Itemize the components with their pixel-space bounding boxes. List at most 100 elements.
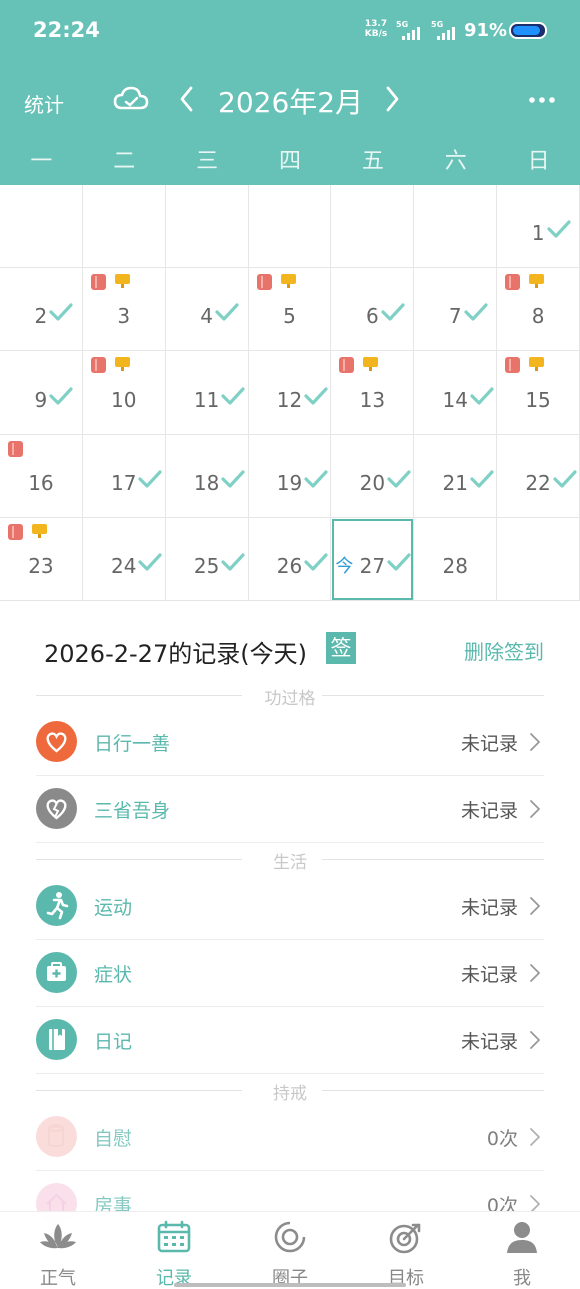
- merit-item-reflection[interactable]: 三省吾身 未记录: [36, 776, 544, 843]
- row-label: 三省吾身: [94, 800, 171, 822]
- day-number: 5: [283, 304, 296, 329]
- calendar-day[interactable]: 10: [82, 351, 166, 435]
- month-title: 2026年2月: [218, 86, 364, 119]
- signal-icon-2: 5G: [431, 20, 461, 40]
- day-badges: [8, 440, 23, 457]
- calendar-day[interactable]: 15: [497, 351, 580, 435]
- next-month-icon[interactable]: [381, 84, 403, 114]
- calendar-day[interactable]: 3: [82, 268, 166, 352]
- chevron-right-icon: [528, 1127, 542, 1147]
- calendar-day[interactable]: 17: [82, 434, 166, 518]
- stats-button[interactable]: 统计: [24, 89, 64, 118]
- nav-me[interactable]: 我: [464, 1212, 580, 1289]
- calendar-day[interactable]: 24: [82, 517, 166, 601]
- life-item-symptom[interactable]: 症状 未记录: [36, 940, 544, 1007]
- calendar-day[interactable]: 14: [414, 351, 498, 435]
- chevron-right-icon: [528, 1030, 542, 1050]
- roll-icon: [505, 357, 521, 374]
- day-number: 3: [117, 304, 131, 329]
- calendar-day-today[interactable]: 27 今: [331, 517, 415, 601]
- weekday-tue: 二: [113, 149, 136, 174]
- prev-month-icon[interactable]: [176, 84, 198, 114]
- screen-icon: [32, 523, 47, 538]
- nav-goals[interactable]: 目标: [348, 1212, 464, 1289]
- calendar-day[interactable]: 19: [248, 434, 332, 518]
- battery-icon: [509, 22, 547, 39]
- check-icon: [49, 302, 74, 322]
- calendar-day[interactable]: 2: [0, 268, 83, 352]
- calendar-day[interactable]: 28: [414, 517, 498, 601]
- calendar-day[interactable]: 13: [331, 351, 415, 435]
- calendar-day[interactable]: 23: [0, 517, 83, 601]
- day-badges: [90, 274, 130, 291]
- calendar-day[interactable]: 8: [497, 268, 580, 352]
- calendar-empty-cell: [248, 185, 332, 269]
- check-icon: [304, 552, 328, 572]
- calendar-day[interactable]: 21: [414, 434, 498, 518]
- screen-icon: [280, 274, 296, 289]
- check-icon: [387, 469, 411, 489]
- chevron-right-icon: [528, 732, 542, 752]
- calendar-day[interactable]: 22: [497, 434, 580, 518]
- net-speed-unit: KB/s: [364, 29, 388, 39]
- battery-level: [513, 26, 541, 35]
- merit-item-good-deed[interactable]: 日行一善 未记录: [36, 709, 544, 776]
- check-icon: [381, 302, 405, 322]
- section-divider-merit: 功过格: [36, 684, 544, 709]
- life-item-diary[interactable]: 日记 未记录: [36, 1007, 544, 1074]
- life-item-exercise[interactable]: 运动 未记录: [36, 873, 544, 940]
- calendar-day[interactable]: 5: [248, 268, 332, 352]
- row-value: 未记录: [460, 1031, 518, 1053]
- day-number: 8: [531, 304, 545, 329]
- calendar-day[interactable]: 20: [331, 434, 415, 518]
- check-icon: [221, 469, 245, 489]
- roll-icon: [256, 274, 272, 291]
- day-number: 15: [525, 387, 551, 412]
- cloud-sync-icon[interactable]: [113, 84, 149, 114]
- check-icon: [221, 552, 245, 572]
- calendar-day[interactable]: 1: [497, 185, 580, 269]
- calendar-day[interactable]: 11: [165, 351, 249, 435]
- nav-records[interactable]: 记录: [116, 1212, 232, 1289]
- heart-icon: [36, 721, 77, 762]
- screen-icon: [529, 274, 545, 289]
- check-icon: [546, 219, 571, 239]
- check-icon: [138, 552, 162, 572]
- calendar-day[interactable]: 6: [331, 268, 415, 352]
- more-icon[interactable]: [528, 96, 556, 104]
- calendar-day[interactable]: 26: [248, 517, 332, 601]
- record-title: 2026-2-27的记录(今天): [44, 640, 307, 668]
- roll-icon: [90, 274, 106, 291]
- row-value: 未记录: [460, 897, 518, 919]
- calendar-day[interactable]: 25: [165, 517, 249, 601]
- row-value: 0次: [486, 1128, 518, 1150]
- check-icon: [221, 386, 245, 406]
- delete-checkin-button[interactable]: 删除签到: [464, 636, 544, 665]
- section-label: 生活: [273, 853, 307, 873]
- check-icon: [215, 302, 239, 322]
- day-badges: [8, 523, 47, 540]
- row-value: 未记录: [460, 800, 518, 822]
- calendar-day[interactable]: 9: [0, 351, 83, 435]
- calendar-day[interactable]: 4: [165, 268, 249, 352]
- section-divider-abstain: 持戒: [36, 1079, 544, 1104]
- calendar-empty-cell: [497, 517, 580, 601]
- nav-zhengqi[interactable]: 正气: [0, 1212, 116, 1289]
- calendar-day[interactable]: 16: [0, 434, 83, 518]
- calendar-day[interactable]: 12: [248, 351, 332, 435]
- row-label: 日记: [94, 1031, 133, 1053]
- notebook-icon: [36, 1019, 77, 1060]
- calendar-day[interactable]: 18: [165, 434, 249, 518]
- nav-circle[interactable]: 圈子: [232, 1212, 348, 1289]
- abstain-item-self[interactable]: 自慰 0次: [36, 1104, 544, 1171]
- broken-heart-icon: [36, 788, 77, 829]
- day-badges: [90, 357, 130, 374]
- weekday-thu: 四: [279, 149, 302, 174]
- medkit-icon: [36, 952, 77, 993]
- day-number: 13: [359, 387, 386, 412]
- calendar-day[interactable]: 7: [414, 268, 498, 352]
- battery-percent: 91%: [464, 20, 508, 41]
- toolbar: 统计 2026年2月: [0, 72, 580, 130]
- day-badges: [505, 274, 545, 291]
- weekday-sun: 日: [527, 149, 550, 174]
